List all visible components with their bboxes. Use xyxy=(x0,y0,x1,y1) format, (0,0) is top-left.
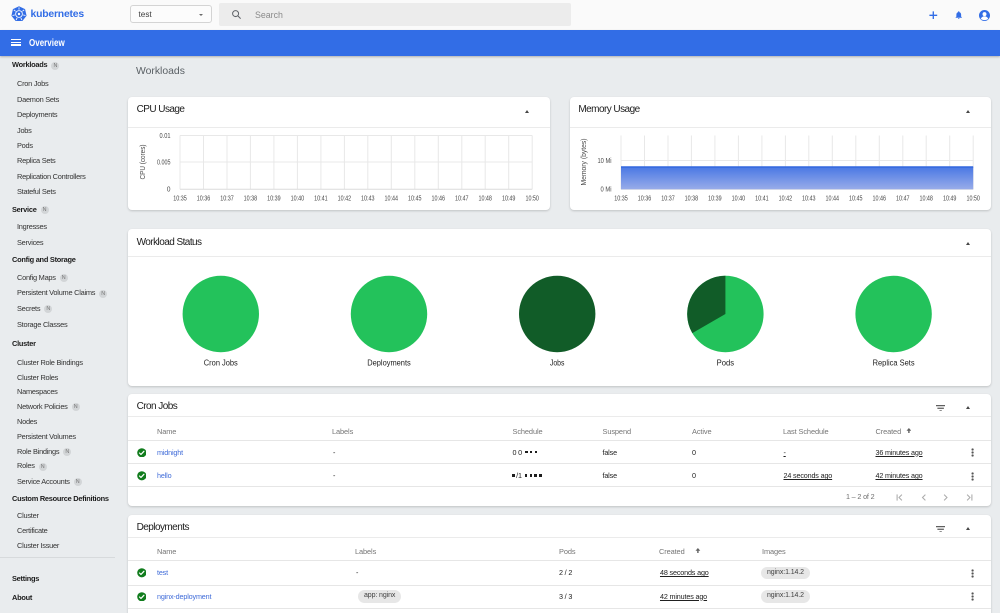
svg-text:10:43: 10:43 xyxy=(802,195,816,202)
svg-text:10:39: 10:39 xyxy=(708,195,722,202)
svg-text:10:40: 10:40 xyxy=(291,195,305,202)
svg-text:10:49: 10:49 xyxy=(943,195,957,202)
svg-text:10:50: 10:50 xyxy=(966,195,980,202)
svg-text:Pods: Pods xyxy=(717,359,735,368)
svg-text:10:36: 10:36 xyxy=(197,195,211,202)
svg-text:10:41: 10:41 xyxy=(314,195,328,202)
svg-text:0: 0 xyxy=(167,186,171,193)
svg-text:0.01: 0.01 xyxy=(160,132,171,139)
svg-text:Memory (bytes): Memory (bytes) xyxy=(581,138,588,185)
svg-text:10:45: 10:45 xyxy=(849,195,863,202)
svg-text:10:40: 10:40 xyxy=(732,195,746,202)
svg-text:CPU (cores): CPU (cores) xyxy=(140,144,147,179)
svg-text:10:39: 10:39 xyxy=(267,195,281,202)
svg-text:10:45: 10:45 xyxy=(408,195,422,202)
svg-text:10:44: 10:44 xyxy=(826,195,840,202)
svg-text:10:46: 10:46 xyxy=(873,195,887,202)
svg-text:10:42: 10:42 xyxy=(338,195,352,202)
svg-text:10:38: 10:38 xyxy=(685,195,699,202)
svg-text:10:47: 10:47 xyxy=(896,195,910,202)
svg-text:Jobs: Jobs xyxy=(550,359,565,368)
svg-text:10:42: 10:42 xyxy=(779,195,793,202)
svg-text:10:35: 10:35 xyxy=(614,195,628,202)
svg-text:10:44: 10:44 xyxy=(385,195,399,202)
svg-text:10:46: 10:46 xyxy=(432,195,446,202)
svg-text:Deployments: Deployments xyxy=(367,359,411,368)
svg-text:10:50: 10:50 xyxy=(526,195,540,202)
svg-text:10:49: 10:49 xyxy=(502,195,516,202)
svg-text:10:38: 10:38 xyxy=(244,195,258,202)
svg-text:10:48: 10:48 xyxy=(479,195,493,202)
svg-text:10:35: 10:35 xyxy=(173,195,187,202)
svg-text:10:37: 10:37 xyxy=(220,195,234,202)
svg-text:10:47: 10:47 xyxy=(455,195,469,202)
svg-text:Cron Jobs: Cron Jobs xyxy=(204,359,238,368)
svg-text:10:48: 10:48 xyxy=(919,195,933,202)
svg-text:10:37: 10:37 xyxy=(661,195,675,202)
svg-text:0 Mi: 0 Mi xyxy=(601,186,612,193)
svg-text:0.005: 0.005 xyxy=(157,159,171,166)
svg-text:10:43: 10:43 xyxy=(361,195,375,202)
svg-text:10 Mi: 10 Mi xyxy=(598,157,612,164)
svg-text:Replica Sets: Replica Sets xyxy=(873,359,915,368)
svg-text:10:36: 10:36 xyxy=(638,195,652,202)
svg-text:10:41: 10:41 xyxy=(755,195,769,202)
